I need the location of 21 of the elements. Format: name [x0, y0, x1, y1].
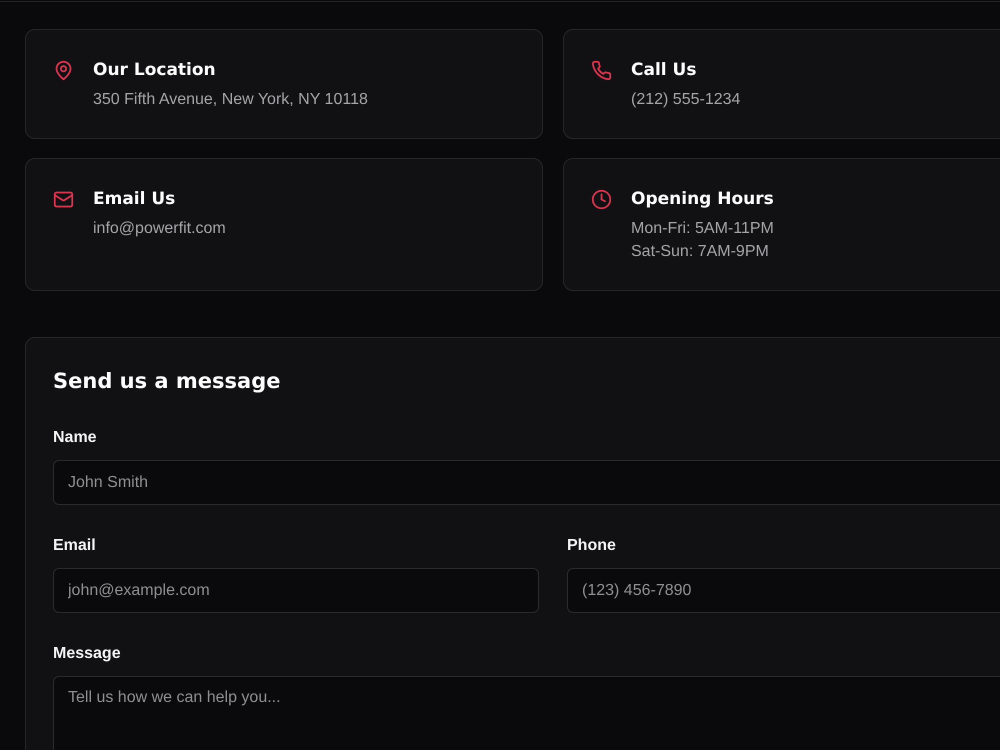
message-textarea[interactable]: Tell us how we can help you...	[53, 676, 1000, 750]
card-title: Call Us	[631, 59, 698, 81]
input-field[interactable]: John Smith	[53, 460, 1000, 505]
card-detail-text: 350 Fifth Avenue, New York, NY 10118	[93, 90, 368, 110]
field-label: Email	[53, 536, 96, 556]
card-detail-text: Sat-Sun: 7AM-9PM	[631, 242, 770, 262]
envelope-icon	[53, 189, 74, 210]
phone-icon	[591, 60, 612, 81]
card-detail-text: (212) 555-1234	[631, 90, 740, 110]
field-label: Phone	[567, 536, 616, 556]
field-label: Name	[53, 428, 97, 448]
form-title: Send us a message	[53, 368, 282, 395]
card-detail-text: info@powerfit.com	[93, 219, 226, 239]
card-title: Email Us	[93, 188, 176, 210]
card-title: Our Location	[93, 59, 217, 81]
input-field[interactable]: (123) 456-7890	[567, 568, 1000, 613]
card-detail-text: Mon-Fri: 5AM-11PM	[631, 219, 774, 239]
card-title: Opening Hours	[631, 188, 774, 210]
map-pin-icon	[53, 60, 74, 81]
clock-icon	[591, 189, 612, 210]
field-label: Message	[53, 644, 121, 664]
